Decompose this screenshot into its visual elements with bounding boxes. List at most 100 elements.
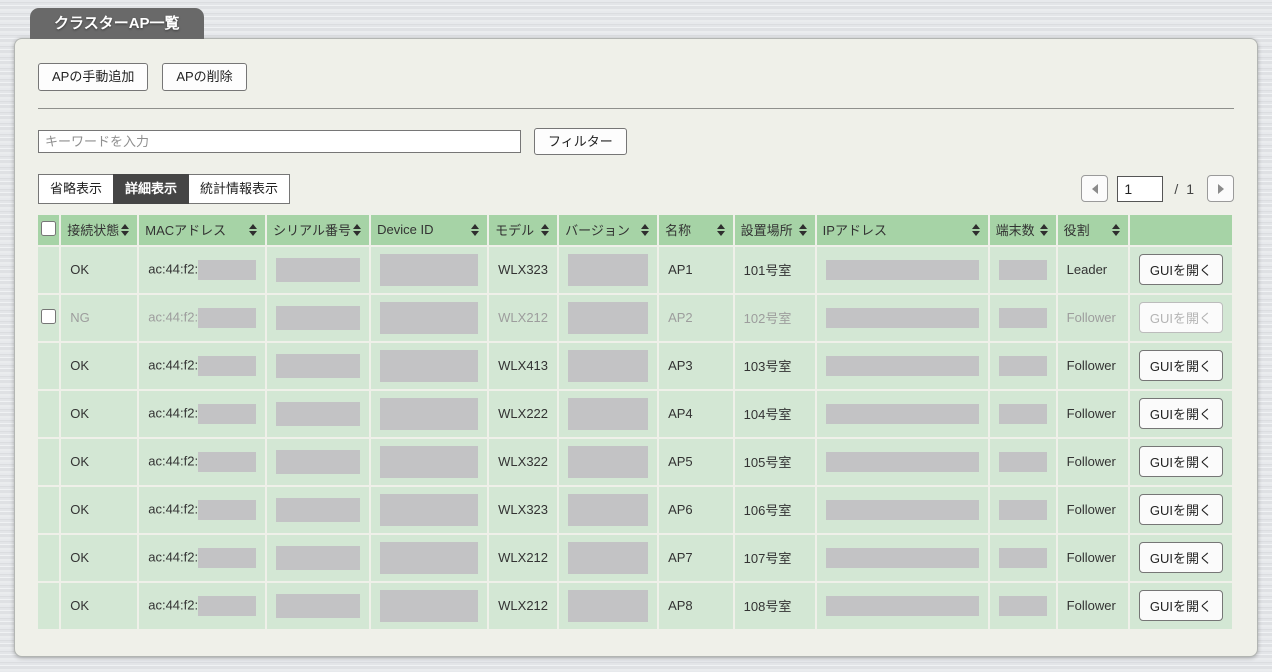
sort-icon[interactable] xyxy=(119,222,131,238)
table-row: NGac:44:f2:WLX212AP2102号室FollowerGUIを開く xyxy=(38,295,1232,341)
role-cell: Follower xyxy=(1058,343,1128,389)
version-cell xyxy=(559,487,657,533)
table-header-cell: 役割 xyxy=(1058,215,1128,245)
row-select-cell xyxy=(38,535,59,581)
prev-page-button[interactable] xyxy=(1081,175,1108,202)
open-gui-button[interactable]: GUIを開く xyxy=(1139,350,1223,381)
sort-icon[interactable] xyxy=(539,222,551,238)
location-cell: 103号室 xyxy=(735,343,815,389)
action-cell: GUIを開く xyxy=(1130,487,1232,533)
redaction-box xyxy=(568,302,648,334)
redaction-box xyxy=(826,404,979,424)
redaction-box xyxy=(826,596,979,616)
action-cell: GUIを開く xyxy=(1130,343,1232,389)
model-cell: WLX323 xyxy=(489,247,557,293)
table-row: OKac:44:f2:WLX212AP8108号室FollowerGUIを開く xyxy=(38,583,1232,629)
role-cell: Follower xyxy=(1058,487,1128,533)
redaction-box xyxy=(568,446,648,478)
name-cell: AP4 xyxy=(659,391,733,437)
terminal-count-cell xyxy=(990,583,1056,629)
row-checkbox[interactable] xyxy=(41,309,56,324)
serial-number-cell xyxy=(267,343,369,389)
pagination: / 1 xyxy=(1081,175,1234,202)
redaction-box xyxy=(999,596,1047,616)
open-gui-button[interactable]: GUIを開く xyxy=(1139,398,1223,429)
sort-icon[interactable] xyxy=(247,222,259,238)
role-cell: Follower xyxy=(1058,535,1128,581)
next-page-button[interactable] xyxy=(1207,175,1234,202)
open-gui-button[interactable]: GUIを開く xyxy=(1139,446,1223,477)
ip-address-cell xyxy=(817,391,988,437)
open-gui-button[interactable]: GUIを開く xyxy=(1139,254,1223,285)
view-tab-summary[interactable]: 省略表示 xyxy=(38,174,114,204)
view-tabs: 省略表示 詳細表示 統計情報表示 xyxy=(38,174,290,204)
ap-table: 接続状態MACアドレスシリアル番号Device IDモデルバージョン名称設置場所… xyxy=(36,213,1234,631)
delete-ap-button[interactable]: APの削除 xyxy=(162,63,246,91)
sort-icon[interactable] xyxy=(715,222,727,238)
table-header-cell: 設置場所 xyxy=(735,215,815,245)
role-cell: Follower xyxy=(1058,439,1128,485)
keyword-input[interactable] xyxy=(38,130,521,153)
mac-prefix: ac:44:f2: xyxy=(148,309,198,324)
mac-address-cell: ac:44:f2: xyxy=(139,343,265,389)
table-row: OKac:44:f2:WLX323AP1101号室LeaderGUIを開く xyxy=(38,247,1232,293)
add-ap-button[interactable]: APの手動追加 xyxy=(38,63,148,91)
redaction-box xyxy=(380,398,478,430)
device-id-cell xyxy=(371,247,487,293)
sort-icon[interactable] xyxy=(970,222,982,238)
redaction-box xyxy=(198,404,256,424)
status-cell: OK xyxy=(61,439,137,485)
role-cell: Leader xyxy=(1058,247,1128,293)
table-row: OKac:44:f2:WLX222AP4104号室FollowerGUIを開く xyxy=(38,391,1232,437)
filter-row: フィルター xyxy=(38,128,1234,156)
redaction-box xyxy=(276,258,360,282)
role-cell: Follower xyxy=(1058,295,1128,341)
view-row: 省略表示 詳細表示 統計情報表示 / 1 xyxy=(38,174,1234,204)
ip-address-cell xyxy=(817,439,988,485)
table-header-cell: バージョン xyxy=(559,215,657,245)
ip-address-cell xyxy=(817,583,988,629)
redaction-box xyxy=(568,590,648,622)
redaction-box xyxy=(380,254,478,286)
redaction-box xyxy=(999,308,1047,328)
open-gui-button[interactable]: GUIを開く xyxy=(1139,542,1223,573)
open-gui-button[interactable]: GUIを開く xyxy=(1139,494,1223,525)
row-select-cell xyxy=(38,295,59,341)
sort-icon[interactable] xyxy=(351,222,363,238)
row-select-cell xyxy=(38,343,59,389)
location-cell: 108号室 xyxy=(735,583,815,629)
terminal-count-cell xyxy=(990,247,1056,293)
mac-address-cell: ac:44:f2: xyxy=(139,439,265,485)
redaction-box xyxy=(198,260,256,280)
column-label: 役割 xyxy=(1064,220,1090,239)
redaction-box xyxy=(198,356,256,376)
location-cell: 102号室 xyxy=(735,295,815,341)
terminal-count-cell xyxy=(990,487,1056,533)
table-header-cell: 接続状態 xyxy=(61,215,137,245)
redaction-box xyxy=(826,356,979,376)
page-number-input[interactable] xyxy=(1117,176,1163,202)
select-all-checkbox[interactable] xyxy=(41,221,56,236)
table-row: OKac:44:f2:WLX323AP6106号室FollowerGUIを開く xyxy=(38,487,1232,533)
location-cell: 107号室 xyxy=(735,535,815,581)
sort-icon[interactable] xyxy=(1110,222,1122,238)
redaction-box xyxy=(999,500,1047,520)
column-label: 設置場所 xyxy=(741,220,793,239)
sort-icon[interactable] xyxy=(797,222,809,238)
redaction-box xyxy=(999,452,1047,472)
sort-icon[interactable] xyxy=(639,222,651,238)
mac-prefix: ac:44:f2: xyxy=(148,549,198,564)
column-label: MACアドレス xyxy=(145,220,226,239)
view-tab-detail[interactable]: 詳細表示 xyxy=(113,174,189,204)
redaction-box xyxy=(380,494,478,526)
mac-address-cell: ac:44:f2: xyxy=(139,391,265,437)
name-cell: AP5 xyxy=(659,439,733,485)
sort-icon[interactable] xyxy=(1038,222,1050,238)
open-gui-button[interactable]: GUIを開く xyxy=(1139,590,1223,621)
view-tab-statistics[interactable]: 統計情報表示 xyxy=(188,174,290,204)
device-id-cell xyxy=(371,487,487,533)
sort-icon[interactable] xyxy=(469,222,481,238)
terminal-count-cell xyxy=(990,535,1056,581)
filter-button[interactable]: フィルター xyxy=(534,128,627,156)
model-cell: WLX413 xyxy=(489,343,557,389)
